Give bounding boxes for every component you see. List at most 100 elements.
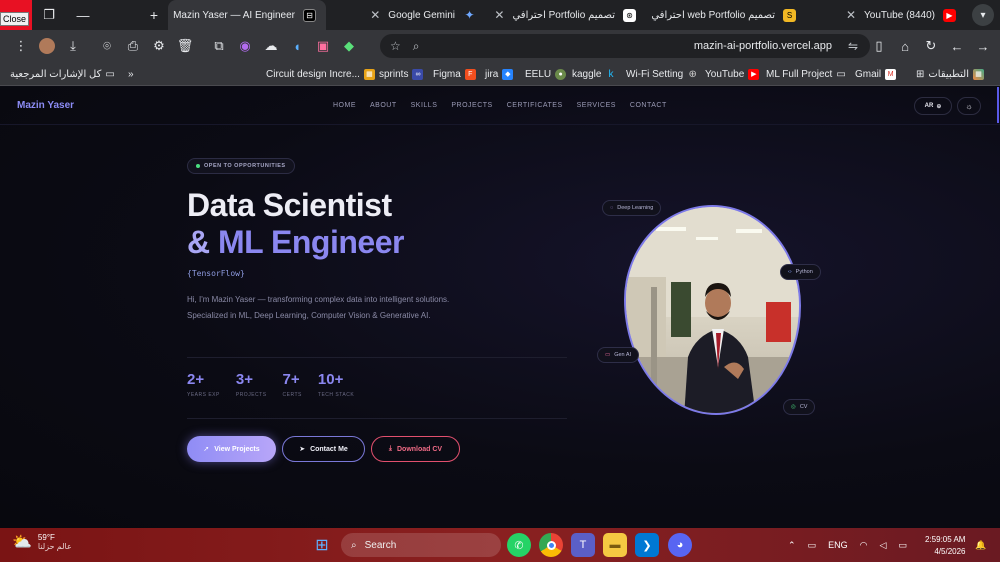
bookmark-wifi[interactable]: Wi-Fi Setting ⊕ <box>626 62 698 86</box>
contact-me-button[interactable]: ➤ Contact Me <box>282 436 365 462</box>
back-icon[interactable]: ← <box>944 33 970 59</box>
nav-certificates[interactable]: CERTIFICATES <box>507 102 563 109</box>
vscode-icon[interactable]: ❯ <box>635 533 659 557</box>
tab-portfolio-site[interactable]: ⊟ Mazin Yaser — AI Engineer ✕ <box>168 0 326 30</box>
bookmark-apps[interactable]: ⊞ التطبيقات ▦ <box>916 62 984 86</box>
tab-gemini[interactable]: ✦ Google Gemini ✕ <box>326 0 486 30</box>
bookmark-label: Wi-Fi Setting <box>626 68 684 80</box>
stat-label: PROJECTS <box>235 392 267 398</box>
taskbar-search[interactable]: ⌕ Search <box>341 533 501 557</box>
nav-contact[interactable]: CONTACT <box>630 102 667 109</box>
tab-chatgpt[interactable]: ⊛ تصميم Portfolio احترافي ✕ <box>486 0 646 30</box>
address-bar[interactable]: ☆ ⌕ mazin-ai-portfolio.vercel.app ⇋ <box>380 34 870 58</box>
tab-title: تصميم web Portfolio احترافي <box>651 9 775 21</box>
screenshot-icon[interactable]: ⌾ <box>94 33 120 59</box>
download-icon[interactable]: ⤓ <box>60 33 86 59</box>
weather-widget[interactable]: ⛅ 59°F عالم حزلنا <box>12 532 72 552</box>
bookmark-icon: S <box>783 8 796 22</box>
bookmark-figma[interactable]: Figma F <box>433 62 476 86</box>
new-tab-button[interactable]: + <box>140 0 168 30</box>
tag-gen-ai: ▭ Gen AI <box>597 347 640 363</box>
site-settings-icon[interactable]: ⇋ <box>848 39 858 53</box>
start-button[interactable]: ⊞ <box>310 533 334 557</box>
tab-youtube[interactable]: ▶ (8440) YouTube ✕ <box>806 0 966 30</box>
kaggle-icon: k <box>608 68 614 80</box>
whatsapp-icon[interactable]: ✆ <box>507 533 531 557</box>
sun-icon: ☼ <box>965 101 973 111</box>
restore-window-button[interactable]: ❐ <box>32 0 66 30</box>
hero-description: Hi, I'm Mazin Yaser — transforming compl… <box>187 295 450 320</box>
print-icon[interactable]: ⎙ <box>120 33 146 59</box>
nav-skills[interactable]: SKILLS <box>411 102 438 109</box>
bookmark-circuit[interactable]: Circuit design Incre... ▦ <box>266 62 375 86</box>
windows-taskbar: ⛅ 59°F عالم حزلنا ⊞ ⌕ Search ✆ T ▬ ❯ ◕ ⌃… <box>0 528 1000 562</box>
system-clock[interactable]: 2:59:05 AM 4/5/2026 <box>925 534 965 558</box>
wifi-icon[interactable]: ◠ <box>860 540 868 551</box>
home-icon[interactable]: ⌂ <box>892 33 918 59</box>
trash-icon[interactable]: 🗑 <box>172 33 198 59</box>
hero-title-role: ML Engineer <box>218 224 404 260</box>
menu-icon[interactable]: ⋮ <box>8 33 34 59</box>
zoom-icon[interactable]: ⌕ <box>413 39 420 54</box>
notifications-icon[interactable]: 🔔 <box>975 528 986 562</box>
site-logo[interactable]: Mazin Yaser <box>17 100 74 111</box>
bookmark-kaggle[interactable]: kaggle k <box>572 62 616 86</box>
extension-pink-icon[interactable]: ▣ <box>310 33 336 59</box>
apps-icon: ▦ <box>973 68 984 80</box>
stat-label: TECH STACK <box>317 392 355 398</box>
bookmark-sprints[interactable]: sprints ∞ <box>379 62 424 86</box>
reload-icon[interactable]: ↻ <box>918 33 944 59</box>
tab-title: تصميم Portfolio احترافي <box>512 9 615 21</box>
tab-title: Google Gemini <box>388 9 455 21</box>
bookmark-ml-project[interactable]: ML Full Project ▭ <box>766 62 846 86</box>
bookmarks-overflow-icon[interactable]: » <box>128 62 134 86</box>
bookmark-eelu[interactable]: EELU ● <box>525 62 567 86</box>
discord-icon[interactable]: ◕ <box>668 533 692 557</box>
divider <box>187 418 567 419</box>
side-panel-icon[interactable]: ▯ <box>866 33 892 59</box>
stat-label: YEARS EXP <box>187 392 220 398</box>
extension-wave-icon[interactable]: ◖ <box>284 33 310 59</box>
lightbulb-icon: ◌ <box>610 205 614 211</box>
bookmark-jira[interactable]: jira ◆ <box>485 62 514 86</box>
extension-green-icon[interactable]: ◆ <box>336 33 362 59</box>
language-toggle-button[interactable]: AR ⊕ <box>914 97 952 115</box>
teams-icon[interactable]: T <box>571 533 595 557</box>
extension-cloud-icon[interactable]: ☁ <box>258 33 284 59</box>
bookmark-youtube[interactable]: YouTube ▶ <box>705 62 760 86</box>
bookmark-label: Gmail <box>855 68 882 80</box>
tab-portfolio-design[interactable]: S تصميم web Portfolio احترافي ✕ <box>646 0 806 30</box>
nav-projects[interactable]: PROJECTS <box>451 102 492 109</box>
close-tab-icon[interactable]: ✕ <box>494 8 504 22</box>
extension-purple-icon[interactable]: ◉ <box>232 33 258 59</box>
bookmark-gmail[interactable]: Gmail M <box>855 62 897 86</box>
language-indicator[interactable]: ENG <box>828 540 848 550</box>
folder-icon: ▭ <box>836 68 846 80</box>
nav-about[interactable]: ABOUT <box>370 102 397 109</box>
keyboard-icon[interactable]: ▭ <box>808 540 817 551</box>
chrome-icon[interactable] <box>539 533 563 557</box>
tag-python: ‹› Python <box>780 264 821 280</box>
nav-home[interactable]: HOME <box>333 102 356 109</box>
chevron-up-icon[interactable]: ⌃ <box>788 540 796 551</box>
minimize-window-button[interactable]: — <box>66 0 100 30</box>
close-tab-icon[interactable]: ✕ <box>846 8 856 22</box>
close-tab-icon[interactable]: ✕ <box>370 8 380 22</box>
bookmark-all[interactable]: كل الإشارات المرجعية ▭ <box>10 62 115 86</box>
battery-icon[interactable]: ▭ <box>898 540 907 551</box>
view-projects-button[interactable]: ➚ View Projects <box>187 436 276 462</box>
download-cv-button[interactable]: ⤓ Download CV <box>371 436 460 462</box>
file-explorer-icon[interactable]: ▬ <box>603 533 627 557</box>
tab-search-icon[interactable]: ▾ <box>972 4 994 26</box>
profile-avatar[interactable] <box>34 33 60 59</box>
nav-services[interactable]: SERVICES <box>577 102 616 109</box>
volume-icon[interactable]: ◁ <box>879 540 886 551</box>
close-window-button[interactable]: Close <box>0 0 32 30</box>
star-icon[interactable]: ☆ <box>390 39 401 53</box>
extensions-icon[interactable]: ⧉ <box>206 33 232 59</box>
forward-icon[interactable]: → <box>970 33 996 59</box>
stat-label: CERTS <box>282 392 302 398</box>
screen: ▾ ▶ (8440) YouTube ✕ S تصميم web Portfol… <box>0 0 1000 562</box>
extension-robot-icon[interactable]: ⚙ <box>146 33 172 59</box>
theme-toggle-button[interactable]: ☼ <box>957 97 981 115</box>
